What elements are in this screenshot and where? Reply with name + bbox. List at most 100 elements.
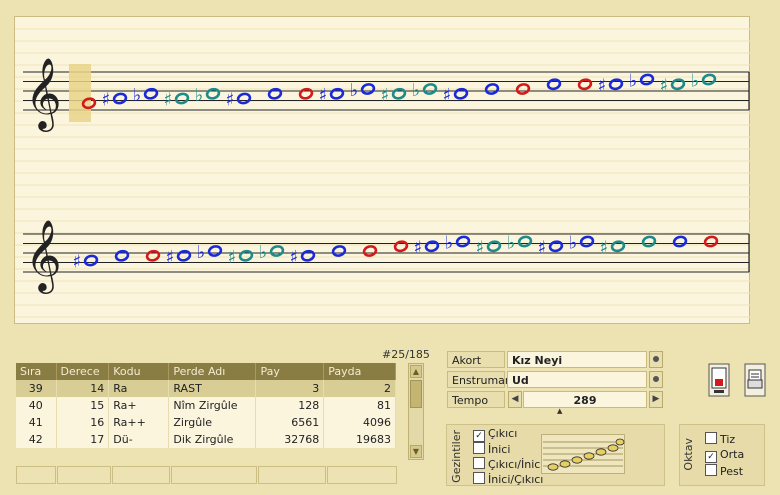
note-head [298,87,314,100]
checkbox[interactable] [473,457,485,469]
table-cell: 128 [255,397,325,414]
flat-icon: ♭ [133,85,142,106]
note-head [701,73,717,86]
score-staves: 𝄞 ♯ ♭ ♯ ♭ ♯ ♯ ♭ ♯ ♭ ♯ ♯ ♭ ♯ ♭ 𝄞 ♯ ♯ ♭ ♯ ♭ ♯ ♯ ♭ ♯ ♭ ♯ ♭ ♯ [15,28,751,318]
table-row[interactable]: 41 16 Ra++ Zirgûle 6561 4096 [16,414,396,431]
table-cell: 3 [255,380,325,397]
note-head [362,245,378,257]
col-payda[interactable]: Payda [323,363,396,380]
note-head [331,245,347,257]
treble-clef-icon: 𝄞 [25,56,62,132]
checkbox[interactable] [705,432,717,444]
table-cell: 39 [16,380,57,397]
sharp-icon: ♯ [476,237,485,258]
flat-icon: ♭ [507,233,516,254]
table-row[interactable]: 39 14 Ra RAST 3 2 [16,380,396,397]
checkbox[interactable]: ✓ [473,430,485,442]
table-row[interactable]: 42 17 Dü- Dik Zirgûle 32768 19683 [16,431,396,448]
col-perde-adi[interactable]: Perde Adı [168,363,257,380]
tempo-decrease-button[interactable]: ◀ [508,391,522,408]
scroll-up-button[interactable]: ▲ [410,365,422,378]
gezinti-option[interactable]: İnici [473,442,510,456]
enstruman-field[interactable]: Ud [507,371,647,388]
note-head [546,78,562,91]
note-head [391,87,407,100]
page-counter: #25/185 [382,348,430,361]
flat-icon: ♭ [259,242,268,263]
gezinti-option-label: Çıkıcı/İnici [488,458,544,471]
table-cell: 40 [16,397,57,414]
oktav-option[interactable]: Pest [705,464,743,478]
checkbox[interactable] [705,464,717,476]
table-header-row: Sıra Derece Kodu Perde Adı Pay Payda [16,363,396,380]
note-head [174,92,190,105]
tempo-increase-button[interactable]: ▶ [649,391,663,408]
scale-direction-icon [541,434,625,474]
flat-icon: ♭ [445,233,454,254]
note-head [269,245,285,257]
tempo-slider-pointer[interactable]: ▲ [557,407,562,415]
table-cell: 42 [16,431,57,448]
scroll-down-button[interactable]: ▼ [410,445,422,458]
score-sheet: 𝄞 ♯ ♭ ♯ ♭ ♯ ♯ ♭ ♯ ♭ ♯ ♯ ♭ ♯ ♭ 𝄞 ♯ ♯ ♭ ♯ ♭ ♯ ♯ ♭ ♯ ♭ ♯ ♭ ♯ [14,16,751,324]
table-cell: 2 [323,380,396,397]
note-head [145,249,161,262]
table-cell: Dik Zirgûle [168,431,257,448]
gezinti-option[interactable]: Çıkıcı/İnici [473,457,543,471]
flat-icon: ♭ [629,71,638,92]
sharp-icon: ♯ [598,75,607,96]
note-head [703,235,719,248]
scroll-thumb[interactable] [410,380,422,408]
note-head [236,92,252,105]
note-head [672,235,688,248]
note-head [205,87,221,100]
sharp-icon: ♯ [538,237,547,258]
note-head [329,87,345,100]
table-cell: 19683 [323,431,396,448]
sharp-icon: ♯ [228,247,237,268]
col-kodu[interactable]: Kodu [108,363,170,380]
sharp-icon: ♯ [443,85,452,106]
table-cell: 16 [56,414,110,431]
treble-clef-icon: 𝄞 [25,218,62,294]
akort-select-button[interactable] [649,351,663,368]
tempo-value: 289 [573,394,597,407]
checkbox[interactable] [473,472,485,484]
enstruman-select-button[interactable] [649,371,663,388]
note-head [548,240,564,253]
akort-field[interactable]: Kız Neyi [507,351,647,368]
table-row[interactable]: 40 15 Ra+ Nîm Zirgûle 128 81 [16,397,396,414]
print-icon[interactable] [742,362,768,398]
col-pay[interactable]: Pay [255,363,325,380]
stop-icon[interactable] [706,362,732,398]
gezinti-option-label: İnici [488,443,511,456]
note-head [393,240,409,253]
tempo-slider[interactable]: 289 [523,391,647,408]
note-head [207,245,223,257]
oktav-option[interactable]: Tiz [705,432,735,446]
pitch-table: Sıra Derece Kodu Perde Adı Pay Payda 39 1… [16,363,396,448]
gezinti-option[interactable]: ✓ Çıkıcı [473,427,517,442]
sharp-icon: ♯ [381,85,390,106]
table-cell: 14 [56,380,110,397]
note-head [579,235,595,248]
table-cell: Dü- [108,431,170,448]
table-cell: Ra [108,380,170,397]
sharp-icon: ♯ [226,90,235,111]
note-head [143,87,159,100]
table-scrollbar[interactable]: ▲ ▼ [408,363,424,460]
table-cell: 4096 [323,414,396,431]
oktav-option-label: Pest [720,465,744,478]
flat-icon: ♭ [197,242,206,263]
checkbox[interactable] [473,442,485,454]
checkbox[interactable]: ✓ [705,451,717,463]
col-sira[interactable]: Sıra [16,363,57,380]
table-cell: Ra+ [108,397,170,414]
enstruman-label: Enstruman [447,371,512,388]
note-head [424,240,440,253]
sharp-icon: ♯ [166,247,175,268]
oktav-option[interactable]: ✓ Orta [705,448,744,463]
gezinti-option[interactable]: İnici/Çıkıcı [473,472,543,486]
table-cell: Ra++ [108,414,170,431]
col-derece[interactable]: Derece [56,363,110,380]
